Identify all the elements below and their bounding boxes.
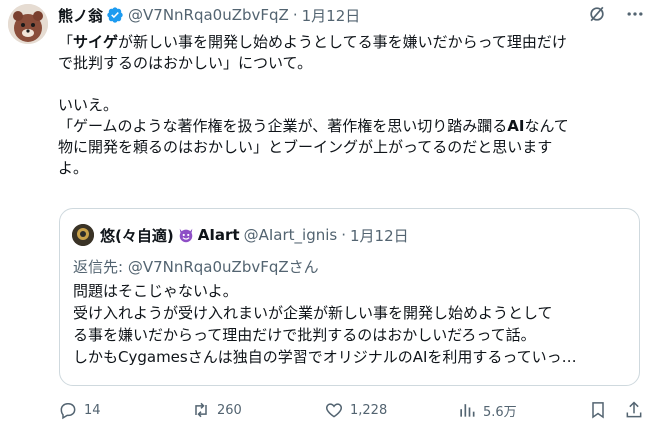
repost-count: 260 [217, 402, 242, 418]
quote-display-name[interactable]: 悠(々自適) [100, 225, 174, 246]
more-icon[interactable] [625, 4, 645, 24]
views-icon [460, 404, 475, 417]
quote-line-4: しかもCygamesさんは独自の学習でオリジナルのAIを利用するっていっ… [73, 348, 577, 366]
tweet-line-5: 物に開発を頼るのはおかしい」とブーイングが上がってるのだと思います [58, 138, 553, 156]
reply-icon [60, 403, 76, 420]
verified-badge-icon [106, 6, 124, 24]
quote-name-suffix[interactable]: AIart [198, 226, 240, 244]
reply-count: 14 [84, 402, 101, 418]
tweet-line-1-post: が新しい事を開発し始めようとしてる事を嫌いだからって理由だけ [118, 33, 567, 51]
bookmark-icon [592, 402, 604, 419]
bookmark-button[interactable] [588, 400, 614, 420]
tweet-line-1-bold: サイゲ [73, 33, 119, 51]
tweet-date[interactable]: 1月12日 [302, 5, 361, 26]
share-button[interactable] [624, 400, 650, 420]
quote-line-2: 受け入れようが受け入れまいが企業が新しい事を開発し始めようとして [73, 304, 553, 322]
quote-separator: · [341, 226, 346, 244]
quote-text: 問題はそこじゃないよ。 受け入れようが受け入れまいが企業が新しい事を開発し始めよ… [73, 280, 633, 368]
tweet-line-2: で批判するのはおかしい」について。 [58, 54, 313, 72]
quote-date[interactable]: 1月12日 [350, 225, 409, 246]
tweet-line-4-pre: 「ゲームのような著作権を扱う企業が、著作権を思い切り踏み躙る [58, 117, 508, 135]
quote-avatar[interactable] [72, 224, 94, 246]
quote-header: 悠(々自適) AIart @AIart_ignis · 1月12日 [72, 224, 409, 246]
grok-icon[interactable] [587, 4, 607, 24]
like-icon [325, 403, 343, 418]
share-icon [626, 401, 642, 418]
quote-reply-to[interactable]: 返信先: @V7NnRqa0uZbvFqZさん [73, 256, 319, 277]
quote-line-3: る事を嫌いだからって理由だけで批判するのはおかしいだろって話。 [73, 326, 536, 344]
tweet-line-4-post: なんて [524, 117, 569, 135]
tweet-text: 「サイゲが新しい事を開発し始めようとしてる事を嫌いだからって理由だけ で批判する… [58, 32, 648, 179]
header-separator: · [292, 6, 298, 24]
views-count: 5.6万 [483, 404, 517, 420]
author-avatar[interactable] [8, 4, 48, 44]
action-bar: 14 260 1,228 5.6万 [58, 400, 644, 426]
top-right-controls [587, 4, 645, 24]
tweet-line-6: よ。 [58, 159, 89, 177]
quoted-tweet-card[interactable]: 悠(々自適) AIart @AIart_ignis · 1月12日 返信先: @… [59, 208, 640, 386]
quote-handle[interactable]: @AIart_ignis [244, 226, 338, 244]
like-count: 1,228 [350, 402, 388, 418]
repost-button[interactable]: 260 [191, 400, 242, 420]
quote-line-1: 問題はそこじゃないよ。 [73, 282, 238, 300]
reply-button[interactable]: 14 [58, 400, 101, 420]
tweet-line-3: いいえ。 [58, 96, 119, 114]
author-handle[interactable]: @V7NnRqa0uZbvFqZ [128, 6, 289, 24]
tweet-line-1-pre: 「 [58, 33, 74, 51]
repost-icon [195, 402, 207, 418]
views-button[interactable]: 5.6万 [457, 400, 517, 420]
devil-emoji-icon [177, 226, 195, 244]
author-display-name[interactable]: 熊ノ翁 [58, 5, 103, 26]
tweet-line-4-bold: AI [507, 117, 525, 135]
tweet-header: 熊ノ翁 @V7NnRqa0uZbvFqZ · 1月12日 [58, 4, 360, 26]
like-button[interactable]: 1,228 [324, 400, 387, 420]
